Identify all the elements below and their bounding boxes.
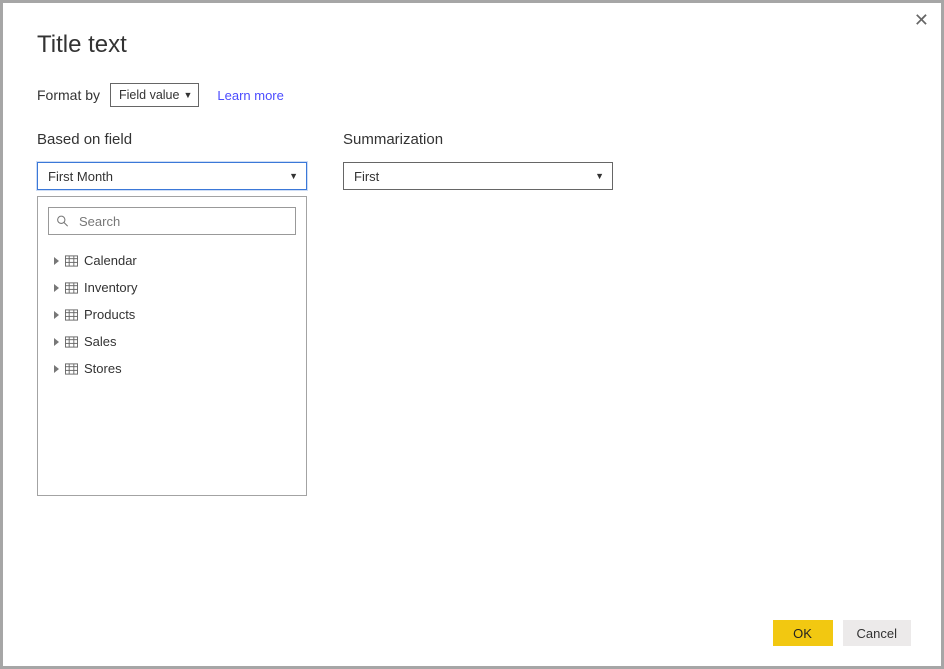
- search-wrap: [48, 207, 296, 235]
- columns: Based on field First Month ▼: [37, 131, 907, 496]
- tree-item-label: Inventory: [84, 280, 137, 295]
- summarization-select[interactable]: First ▼: [343, 162, 613, 190]
- tree-item-label: Sales: [84, 334, 117, 349]
- dialog-body: Title text Format by Field value ▼ Learn…: [3, 3, 941, 496]
- dialog-window: ✕ Title text Format by Field value ▼ Lea…: [0, 0, 944, 669]
- format-by-select[interactable]: Field value ▼: [110, 83, 199, 107]
- close-icon[interactable]: ✕: [914, 11, 929, 29]
- search-input[interactable]: [48, 207, 296, 235]
- tree-item-products[interactable]: Products: [50, 301, 296, 328]
- table-icon: [65, 282, 78, 294]
- chevron-right-icon: [54, 338, 59, 346]
- chevron-down-icon: ▼: [183, 90, 192, 100]
- tree-item-label: Calendar: [84, 253, 137, 268]
- based-on-field-select[interactable]: First Month ▼: [37, 162, 307, 190]
- table-icon: [65, 309, 78, 321]
- format-by-label: Format by: [37, 87, 100, 103]
- summarization-label: Summarization: [343, 131, 613, 148]
- tree-item-sales[interactable]: Sales: [50, 328, 296, 355]
- cancel-button[interactable]: Cancel: [843, 620, 911, 646]
- based-on-field-label: Based on field: [37, 131, 307, 148]
- ok-button[interactable]: OK: [773, 620, 833, 646]
- field-dropdown-panel: Calendar Inventory: [37, 196, 307, 496]
- tree-item-calendar[interactable]: Calendar: [50, 247, 296, 274]
- chevron-right-icon: [54, 365, 59, 373]
- chevron-right-icon: [54, 284, 59, 292]
- chevron-right-icon: [54, 257, 59, 265]
- chevron-down-icon: ▼: [289, 171, 298, 181]
- dialog-title: Title text: [37, 31, 907, 59]
- based-on-field-value: First Month: [48, 169, 113, 184]
- chevron-right-icon: [54, 311, 59, 319]
- tree-item-stores[interactable]: Stores: [50, 355, 296, 382]
- format-by-row: Format by Field value ▼ Learn more: [37, 83, 907, 107]
- tree-item-label: Stores: [84, 361, 122, 376]
- table-icon: [65, 363, 78, 375]
- summarization-col: Summarization First ▼: [343, 131, 613, 190]
- based-on-field-col: Based on field First Month ▼: [37, 131, 307, 496]
- table-icon: [65, 255, 78, 267]
- dialog-footer: OK Cancel: [773, 620, 911, 646]
- field-tree: Calendar Inventory: [48, 243, 296, 382]
- tree-item-label: Products: [84, 307, 135, 322]
- tree-item-inventory[interactable]: Inventory: [50, 274, 296, 301]
- format-by-value: Field value: [119, 88, 179, 102]
- learn-more-link[interactable]: Learn more: [217, 88, 283, 103]
- chevron-down-icon: ▼: [595, 171, 604, 181]
- summarization-value: First: [354, 169, 379, 184]
- table-icon: [65, 336, 78, 348]
